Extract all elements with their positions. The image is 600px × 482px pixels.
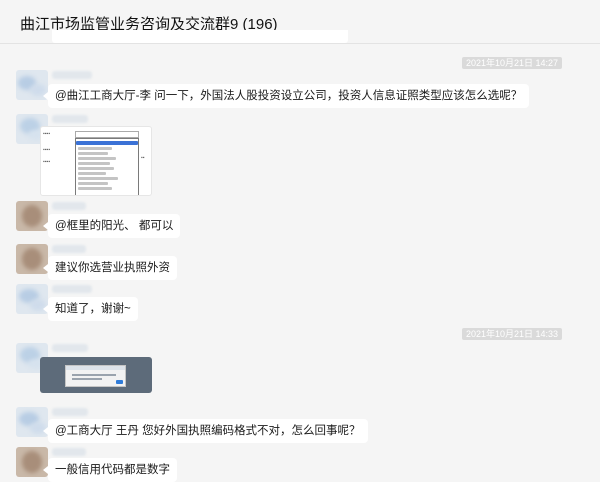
previous-message-bubble[interactable] [52,30,348,43]
sender-name [52,448,86,456]
form-dropdown-screenshot[interactable]: ▪▪▪▪ ▪▪▪▪ ▪▪▪▪ ▪▪ [40,126,152,196]
sender-name [52,115,88,123]
sender-name [52,285,92,293]
message-bubble[interactable]: @框里的阳光、 都可以 [42,214,181,238]
timestamp: 2021年10月21日 14:27 [462,57,563,69]
sender-name [52,71,92,79]
message-bubble[interactable]: @工商大厅 王丹 您好外国执照编码格式不对，怎么回事呢？ [43,419,368,443]
sender-name [52,245,86,253]
message-bubble[interactable]: @曲江工商大厅-李 问一下，外国法人股投资设立公司，投资人信息证照类型应该怎么选… [42,84,530,108]
sender-name [52,344,88,352]
timestamp: 2021年10月21日 14:33 [462,328,563,340]
message-bubble[interactable]: 知道了，谢谢~ [43,297,138,321]
error-dialog-screenshot[interactable] [40,357,152,393]
message-bubble[interactable]: 建议你选营业执照外资 [43,256,177,280]
sender-name [52,408,88,416]
sender-name [52,202,86,210]
message-bubble[interactable]: 一般信用代码都是数字 [43,458,177,482]
